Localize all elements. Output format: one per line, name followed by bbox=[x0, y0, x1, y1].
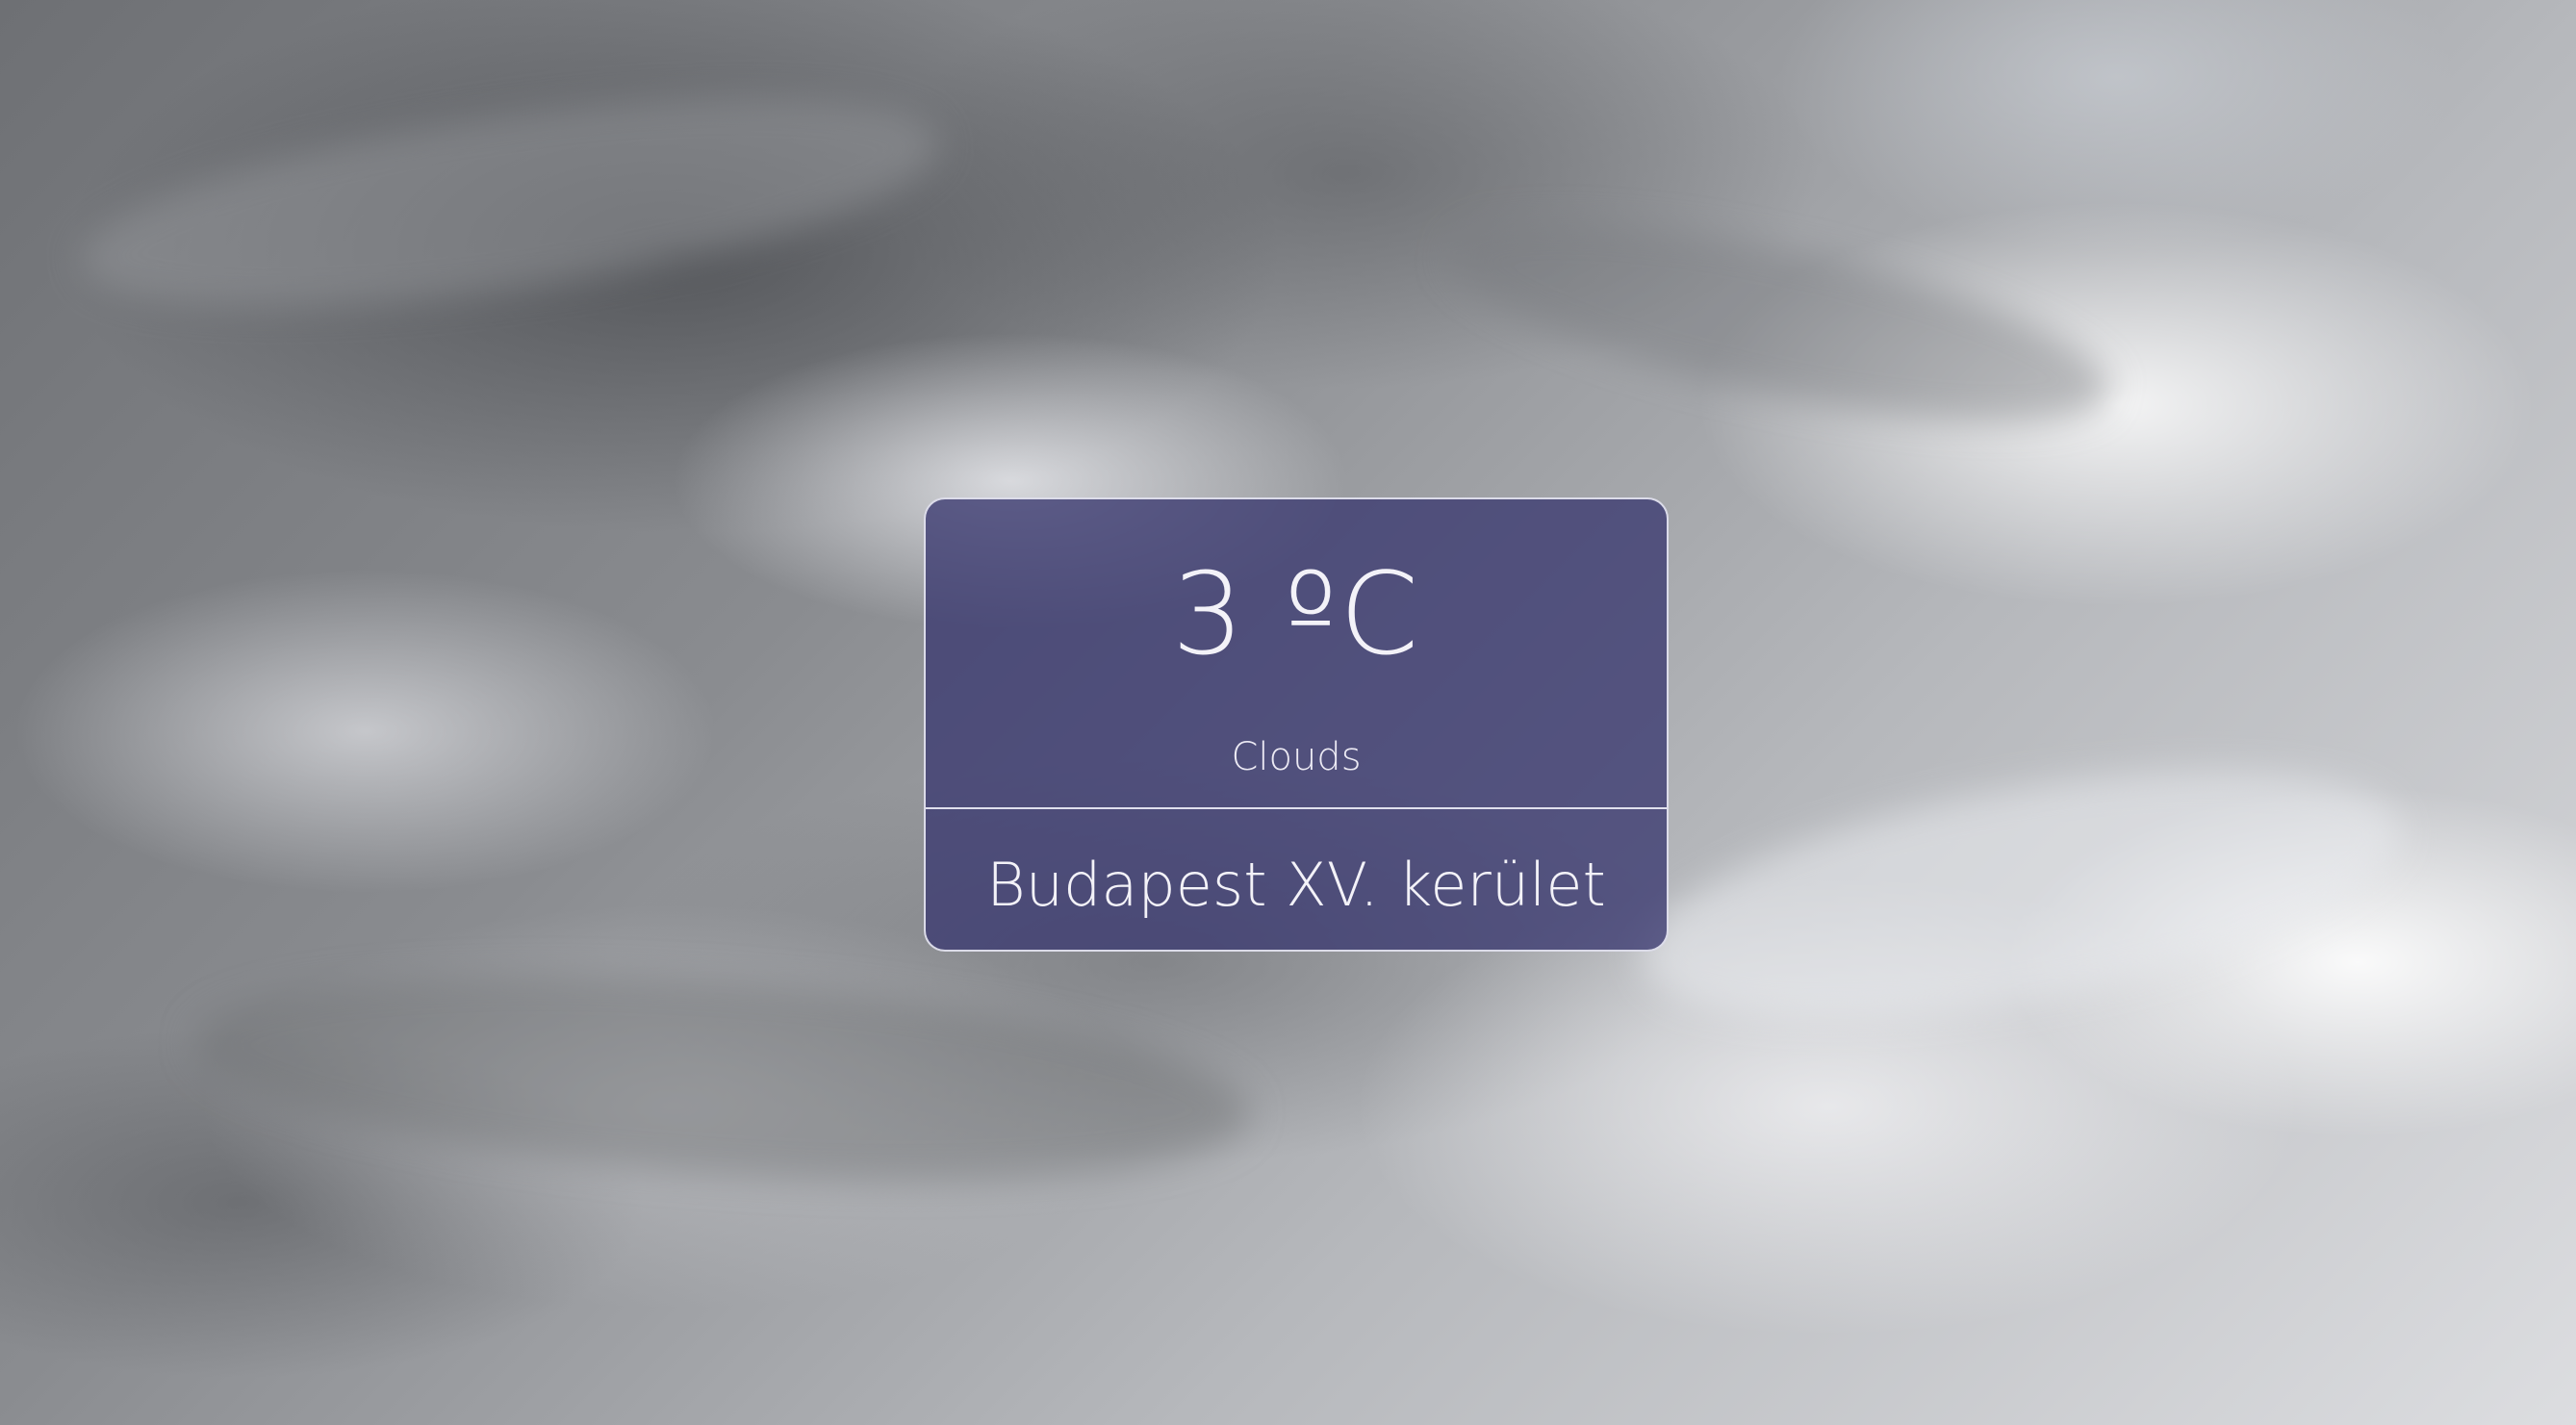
temperature-value: 3 ºC bbox=[1171, 547, 1421, 680]
weather-condition: Clouds bbox=[1231, 735, 1362, 779]
weather-card: 3 ºC Clouds Budapest XV. kerület bbox=[924, 497, 1669, 952]
location-name: Budapest XV. kerület bbox=[986, 850, 1606, 920]
background-cloud bbox=[187, 944, 1257, 1211]
background-cloud bbox=[1436, 181, 2125, 464]
card-divider bbox=[926, 807, 1667, 809]
weather-page: 3 ºC Clouds Budapest XV. kerület bbox=[0, 0, 2576, 1425]
background-cloud bbox=[1622, 724, 2419, 1066]
background-cloud bbox=[68, 56, 952, 348]
weather-summary: 3 ºC Clouds bbox=[926, 499, 1667, 807]
